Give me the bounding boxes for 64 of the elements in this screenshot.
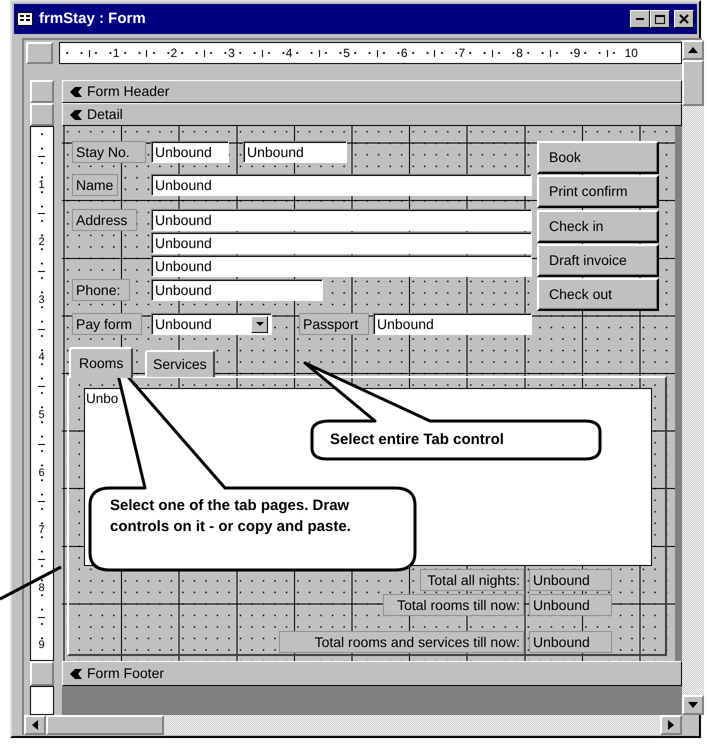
command-button[interactable]: Book <box>537 141 659 174</box>
left-arrow-icon <box>32 720 38 730</box>
section-selector[interactable] <box>30 661 54 686</box>
right-arrow-icon <box>668 720 674 730</box>
text-field[interactable]: Unbound <box>151 209 532 231</box>
command-button[interactable]: Draft invoice <box>537 244 659 277</box>
tab[interactable]: Services <box>145 350 215 377</box>
text-field[interactable]: Unbound <box>529 631 612 653</box>
ruler-number: 9 <box>38 640 45 652</box>
scroll-up-button[interactable] <box>682 40 704 60</box>
text-field[interactable]: Unbound <box>529 594 612 616</box>
field-label: Pay form <box>72 313 142 335</box>
text-field[interactable]: Unbound <box>151 232 532 254</box>
window-title: frmStay : Form <box>39 8 146 29</box>
tab[interactable]: Rooms <box>69 347 134 378</box>
maximize-button[interactable] <box>650 10 670 28</box>
field-label: Phone: <box>72 279 130 301</box>
field-label: Passport <box>299 313 369 335</box>
callout-text: Select entire Tab control <box>330 430 505 450</box>
text-field[interactable]: Unbound <box>373 313 532 335</box>
text-field[interactable]: Unbound <box>243 141 347 163</box>
field-label: Name <box>72 174 118 196</box>
field-label: Stay No. <box>72 141 146 163</box>
text-field[interactable]: Unbound <box>151 255 532 277</box>
close-icon <box>679 14 689 24</box>
field-label: Address <box>72 209 137 231</box>
section-label: Form Header <box>87 82 170 101</box>
form-icon <box>17 12 33 26</box>
callout-text: Select one of the tab pages. Draw controls on it - or copy and paste. <box>110 496 352 537</box>
section-icon <box>69 86 83 98</box>
section-selector[interactable] <box>30 80 54 103</box>
minimize-icon <box>636 18 644 20</box>
section-icon <box>69 668 83 680</box>
section-selector[interactable] <box>30 103 54 126</box>
scrollbar-thumb[interactable] <box>46 715 164 735</box>
down-arrow-icon <box>688 702 698 708</box>
scroll-left-button[interactable] <box>24 715 46 735</box>
command-button[interactable]: Check out <box>537 278 659 312</box>
scroll-down-button[interactable] <box>682 695 704 715</box>
maximize-icon <box>655 14 665 24</box>
ruler-number: 10 <box>624 47 639 59</box>
section-header-bar[interactable]: Form Footer <box>62 661 682 686</box>
section-header-bar[interactable]: Detail <box>62 103 682 126</box>
text-field[interactable]: Unbound <box>151 141 229 163</box>
text-field[interactable]: Unbound <box>151 174 532 196</box>
combo-box[interactable]: Unbound <box>151 313 272 335</box>
command-button[interactable]: Print confirm <box>537 175 659 208</box>
field-label: Total rooms till now: <box>383 594 524 616</box>
scrollbar-thumb[interactable] <box>682 60 704 106</box>
section-header-bar[interactable]: Form Header <box>62 80 682 103</box>
scroll-right-button[interactable] <box>660 715 682 735</box>
close-button[interactable] <box>674 10 694 28</box>
minimize-button[interactable] <box>630 10 650 28</box>
field-label: Total all nights: <box>420 569 524 591</box>
vertical-ruler <box>30 686 54 715</box>
text-field[interactable]: Unbound <box>151 279 323 301</box>
section-label: Form Footer <box>87 664 164 683</box>
form-selector[interactable] <box>26 42 53 64</box>
text-field[interactable]: Unbound <box>529 569 612 591</box>
field-label: Total rooms and services till now: <box>279 631 524 653</box>
command-button[interactable]: Check in <box>537 210 659 243</box>
section-label: Detail <box>87 105 123 124</box>
up-arrow-icon <box>688 47 698 53</box>
section-icon <box>69 108 83 120</box>
